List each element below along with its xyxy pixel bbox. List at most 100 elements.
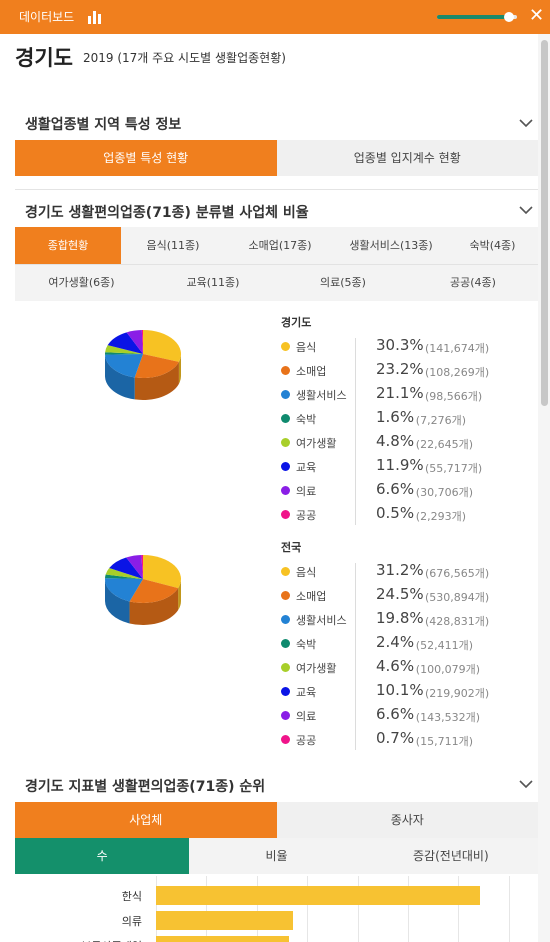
section-heading-ratio: 경기도 생활편의업종(71종) 분류별 사업체 비율 bbox=[25, 205, 309, 221]
page-title: 경기도 bbox=[15, 46, 73, 70]
legend-count: (100,079개) bbox=[415, 663, 480, 676]
scrollbar[interactable] bbox=[538, 34, 550, 942]
legend-item: 의료 6.6% (143,532개) bbox=[281, 705, 521, 727]
legend-count: (428,831개) bbox=[425, 615, 490, 628]
legend-label: 소매업 bbox=[296, 365, 327, 378]
legend-item: 소매업 23.2% (108,269개) bbox=[281, 360, 521, 382]
legend-percent: 30.3% bbox=[376, 336, 424, 354]
bar[interactable] bbox=[156, 936, 290, 942]
legend-dot-icon bbox=[281, 591, 290, 600]
slider[interactable] bbox=[437, 12, 517, 22]
legend-item: 숙박 2.4% (52,411개) bbox=[281, 633, 521, 655]
category-tabs: 종합현황 음식(11종) 소매업(17종) 생활서비스(13종) 숙박(4종) … bbox=[15, 227, 538, 301]
indicator-tabs: 사업체 종사자 bbox=[15, 802, 538, 838]
tab-change[interactable]: 증감(전년대비) bbox=[363, 838, 538, 874]
legend-dot-icon bbox=[281, 735, 290, 744]
section-heading-characteristics: 생활업종별 지역 특성 정보 bbox=[25, 117, 182, 133]
legend-label: 음식 bbox=[296, 566, 317, 579]
tab-leisure[interactable]: 여가생활(6종) bbox=[15, 265, 148, 301]
characteristics-tabs: 업종별 특성 현황 업종별 입지계수 현황 bbox=[15, 140, 538, 176]
legend-percent: 6.6% bbox=[376, 705, 415, 723]
tab-public[interactable]: 공공(4종) bbox=[408, 265, 538, 301]
legend-item: 음식 30.3% (141,674개) bbox=[281, 336, 521, 358]
legend-percent: 2.4% bbox=[376, 633, 415, 651]
tab-ratio[interactable]: 비율 bbox=[189, 838, 364, 874]
tab-food[interactable]: 음식(11종) bbox=[121, 227, 225, 264]
legend-label: 숙박 bbox=[296, 638, 317, 651]
tab-location-quotient[interactable]: 업종별 입지계수 현황 bbox=[276, 140, 538, 176]
legend-count: (2,293개) bbox=[415, 510, 466, 523]
legend-title-gyeonggi: 경기도 bbox=[281, 316, 312, 329]
bar-chart-icon[interactable] bbox=[88, 10, 104, 24]
scrollbar-thumb[interactable] bbox=[541, 40, 548, 406]
bar[interactable] bbox=[156, 886, 480, 905]
legend-count: (22,645개) bbox=[415, 438, 473, 451]
legend-percent: 4.8% bbox=[376, 432, 415, 450]
legend-percent: 24.5% bbox=[376, 585, 424, 603]
legend-count: (676,565개) bbox=[425, 567, 490, 580]
legend-label: 교육 bbox=[296, 686, 317, 699]
grid-line bbox=[508, 876, 510, 942]
legend-dot-icon bbox=[281, 366, 290, 375]
legend-dot-icon bbox=[281, 687, 290, 696]
legend-label: 공공 bbox=[296, 734, 317, 747]
slider-knob[interactable] bbox=[504, 12, 514, 22]
legend-label: 소매업 bbox=[296, 590, 327, 603]
legend-label: 의료 bbox=[296, 485, 317, 498]
legend-percent: 19.8% bbox=[376, 609, 424, 627]
legend-count: (30,706개) bbox=[415, 486, 473, 499]
legend-label: 의료 bbox=[296, 710, 317, 723]
legend-count: (530,894개) bbox=[425, 591, 490, 604]
legend-item: 숙박 1.6% (7,276개) bbox=[281, 408, 521, 430]
legend-dot-icon bbox=[281, 462, 290, 471]
tab-business[interactable]: 사업체 bbox=[15, 802, 277, 838]
legend-item: 의료 6.6% (30,706개) bbox=[281, 480, 521, 502]
close-icon[interactable]: ✕ bbox=[529, 7, 544, 25]
bar-label: 한식 bbox=[121, 890, 142, 903]
legend-label: 공공 bbox=[296, 509, 317, 522]
legend-item: 생활서비스 21.1% (98,566개) bbox=[281, 384, 521, 406]
legend-percent: 21.1% bbox=[376, 384, 424, 402]
legend-item: 여가생활 4.6% (100,079개) bbox=[281, 657, 521, 679]
legend-dot-icon bbox=[281, 414, 290, 423]
legend-percent: 31.2% bbox=[376, 561, 424, 579]
page-subtitle: 2019 (17개 주요 시도별 생활업종현황) bbox=[83, 51, 286, 65]
legend-percent: 11.9% bbox=[376, 456, 424, 474]
chevron-down-icon[interactable] bbox=[519, 206, 533, 215]
legend-dot-icon bbox=[281, 438, 290, 447]
legend-percent: 23.2% bbox=[376, 360, 424, 378]
tab-employees[interactable]: 종사자 bbox=[276, 802, 538, 838]
top-bar: 데이터보드 ✕ bbox=[0, 0, 550, 34]
tab-lodging[interactable]: 숙박(4종) bbox=[447, 227, 538, 264]
legend-dot-icon bbox=[281, 639, 290, 648]
chevron-down-icon[interactable] bbox=[519, 780, 533, 789]
tab-industry-characteristics[interactable]: 업종별 특성 현황 bbox=[15, 140, 277, 176]
legend-percent: 6.6% bbox=[376, 480, 415, 498]
legend-count: (143,532개) bbox=[415, 711, 480, 724]
legend-title-national: 전국 bbox=[281, 541, 302, 554]
dashboard-title: 데이터보드 bbox=[19, 10, 75, 24]
tab-count[interactable]: 수 bbox=[15, 838, 190, 874]
chevron-down-icon[interactable] bbox=[519, 119, 533, 128]
legend-item: 생활서비스 19.8% (428,831개) bbox=[281, 609, 521, 631]
legend-count: (219,902개) bbox=[425, 687, 490, 700]
legend-label: 숙박 bbox=[296, 413, 317, 426]
tab-life-service[interactable]: 생활서비스(13종) bbox=[335, 227, 447, 264]
legend-item: 소매업 24.5% (530,894개) bbox=[281, 585, 521, 607]
legend-percent: 1.6% bbox=[376, 408, 415, 426]
bar-label: 부동산중개업 bbox=[15, 938, 142, 942]
legend-label: 여가생활 bbox=[296, 662, 337, 675]
legend-dot-icon bbox=[281, 486, 290, 495]
bar[interactable] bbox=[156, 911, 293, 930]
legend-percent: 4.6% bbox=[376, 657, 415, 675]
section-heading-ranking: 경기도 지표별 생활편의업종(71종) 순위 bbox=[25, 779, 266, 795]
legend-dot-icon bbox=[281, 342, 290, 351]
tab-retail[interactable]: 소매업(17종) bbox=[225, 227, 335, 264]
tab-education[interactable]: 교육(11종) bbox=[148, 265, 278, 301]
legend-dot-icon bbox=[281, 711, 290, 720]
legend-count: (55,717개) bbox=[425, 462, 483, 475]
tab-overview[interactable]: 종합현황 bbox=[15, 227, 121, 264]
metric-tabs: 수 비율 증감(전년대비) bbox=[15, 838, 538, 874]
tab-medical[interactable]: 의료(5종) bbox=[278, 265, 408, 301]
legend-dot-icon bbox=[281, 390, 290, 399]
